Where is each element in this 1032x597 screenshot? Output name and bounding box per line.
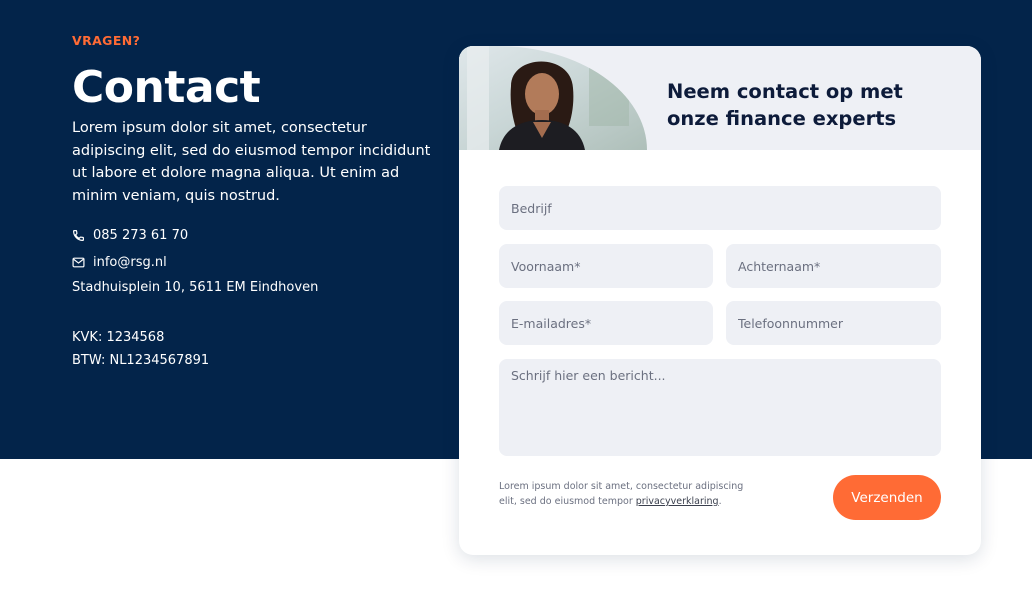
btw-number: BTW: NL1234567891 — [72, 353, 210, 368]
kvk-number: KVK: 1234568 — [72, 330, 165, 345]
advisor-photo — [459, 46, 647, 150]
email-input[interactable] — [499, 301, 713, 345]
privacy-end: . — [718, 496, 722, 507]
card-header: Neem contact op met onze finance experts — [459, 46, 981, 150]
phone-number: 085 273 61 70 — [93, 228, 189, 243]
phone-row[interactable]: 085 273 61 70 — [72, 228, 188, 243]
message-textarea[interactable] — [499, 359, 941, 456]
intro-text: Lorem ipsum dolor sit amet, consectetur … — [72, 120, 431, 204]
email-row[interactable]: info@rsg.nl — [72, 255, 167, 270]
card-title: Neem contact op met onze finance experts — [667, 80, 903, 130]
company-input[interactable] — [499, 186, 941, 230]
first-name-input[interactable] — [499, 244, 713, 288]
submit-button[interactable]: Verzenden — [833, 475, 941, 520]
privacy-notice: Lorem ipsum dolor sit amet, consectetur … — [499, 479, 755, 509]
last-name-input[interactable] — [726, 244, 941, 288]
privacy-link[interactable]: privacyverklaring — [636, 496, 719, 507]
phone-input[interactable] — [726, 301, 941, 345]
contact-form-card: Neem contact op met onze finance experts… — [459, 46, 981, 555]
eyebrow-label: VRAGEN? — [72, 33, 141, 48]
email-address: info@rsg.nl — [93, 255, 167, 270]
phone-icon — [72, 229, 85, 242]
mail-icon — [72, 256, 85, 269]
page-title: Contact — [72, 62, 261, 113]
address-text: Stadhuisplein 10, 5611 EM Eindhoven — [72, 280, 319, 295]
